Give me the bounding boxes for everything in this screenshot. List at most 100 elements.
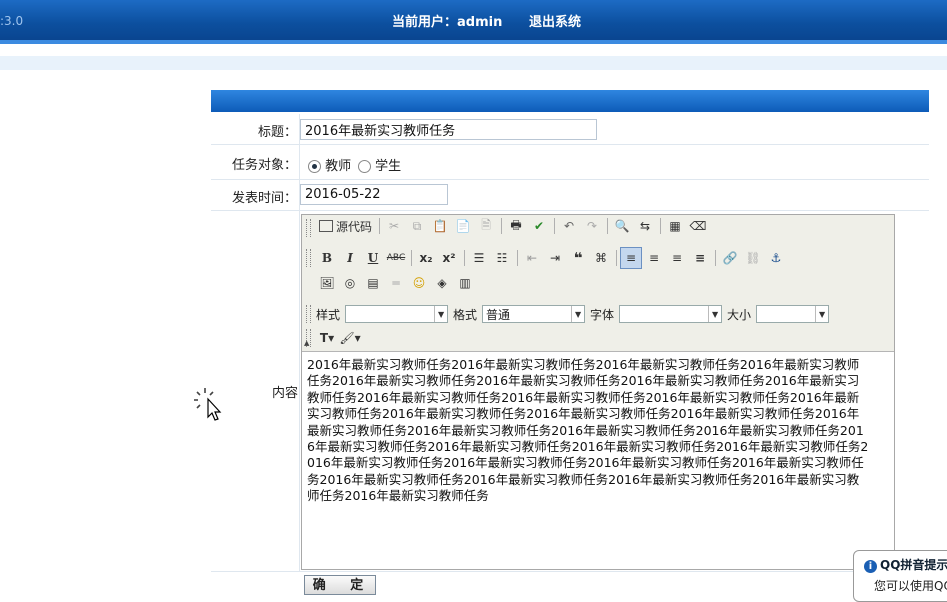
find-icon[interactable]: 🔍 (611, 215, 633, 237)
date-label: 发表时间： (231, 191, 297, 206)
spellcheck-icon[interactable]: ✔ (528, 215, 550, 237)
chevron-down-icon: ▼ (815, 306, 828, 322)
toolbar-grip (306, 249, 311, 267)
content-value-cell (299, 211, 300, 571)
paste-word-icon[interactable]: 🗎 (475, 215, 497, 237)
font-label: 字体 (590, 307, 615, 322)
toolbar-separator (554, 218, 556, 234)
source-code-button[interactable]: 源代码 (316, 215, 375, 237)
title-label: 标题： (257, 125, 297, 140)
date-row: 发表时间： (211, 180, 929, 211)
replace-icon[interactable]: ⇆ (634, 215, 656, 237)
outdent-icon[interactable]: ⇤ (521, 247, 543, 269)
toolbar-line-2: B I U ABC x₂ x² ☰ ☷ ⇤ ⇥ ❝ ⌘ ≡ ≡ ≡ ≡ 🔗 ⛓ … (316, 247, 788, 269)
size-select[interactable]: ▼ (756, 305, 830, 323)
source-code-label: 源代码 (336, 219, 373, 234)
undo-icon[interactable]: ↶ (558, 215, 580, 237)
strikethrough-icon[interactable]: ABC (385, 247, 407, 269)
sub-header-bar (0, 56, 947, 70)
paste-icon[interactable]: 📋 (429, 215, 451, 237)
title-input[interactable] (300, 119, 597, 140)
target-value-cell (299, 145, 300, 179)
blockquote-icon[interactable]: ❝ (567, 247, 589, 269)
redo-icon[interactable]: ↷ (581, 215, 603, 237)
underline-icon[interactable]: U (362, 247, 384, 269)
logout-link[interactable]: 退出系统 (529, 11, 581, 30)
chevron-down-icon: ▼ (708, 306, 721, 322)
background-color-icon[interactable]: 🖌▾ (339, 327, 361, 349)
info-icon: i (864, 560, 877, 573)
target-student-option[interactable]: 学生 (358, 155, 401, 174)
format-value: 普通 (486, 307, 511, 322)
toolbar-collapse-icon[interactable]: ▲ (304, 339, 309, 347)
select-all-icon[interactable]: ▦ (664, 215, 686, 237)
paste-text-icon[interactable]: 📄 (452, 215, 474, 237)
toolbar-separator (501, 218, 503, 234)
toolbar-separator (660, 218, 662, 234)
superscript-icon[interactable]: x² (438, 247, 460, 269)
page-break-icon[interactable]: ▥ (454, 272, 476, 294)
print-icon[interactable]: 🖶 (505, 215, 527, 237)
align-justify-icon[interactable]: ≡ (689, 247, 711, 269)
subscript-icon[interactable]: x₂ (415, 247, 437, 269)
date-input[interactable] (300, 184, 448, 205)
header-accent-strip (0, 40, 947, 44)
anchor-icon[interactable]: ⚓ (765, 247, 787, 269)
create-div-icon[interactable]: ⌘ (590, 247, 612, 269)
format-select[interactable]: 普通 ▼ (482, 305, 586, 323)
smiley-icon[interactable]: ☺ (408, 272, 430, 294)
image-icon[interactable]: 🖼 (316, 272, 338, 294)
top-header-bar: :3.0 当前用户：admin 退出系统 (0, 0, 947, 40)
toolbar-line-5: T▾ 🖌▾ (316, 327, 362, 349)
remove-format-icon[interactable]: ⌫ (687, 215, 709, 237)
toolbar-separator (616, 250, 617, 266)
teacher-radio-label: 教师 (325, 159, 352, 174)
table-icon[interactable]: ▤ (362, 272, 384, 294)
editor-content-area[interactable]: 2016年最新实习教师任务2016年最新实习教师任务2016年最新实习教师任务2… (307, 357, 869, 505)
toolbar-separator (517, 250, 518, 266)
link-icon[interactable]: 🔗 (719, 247, 741, 269)
toolbar-separator (464, 250, 465, 266)
align-center-icon[interactable]: ≡ (643, 247, 665, 269)
size-label: 大小 (727, 307, 752, 322)
text-color-icon[interactable]: T▾ (316, 327, 338, 349)
indent-icon[interactable]: ⇥ (544, 247, 566, 269)
toolbar-separator (379, 218, 381, 234)
font-select[interactable]: ▼ (619, 305, 723, 323)
target-label: 任务对象： (231, 158, 297, 173)
copy-icon[interactable]: ⧉ (406, 215, 428, 237)
target-row: 任务对象： 教师 学生 (211, 145, 929, 180)
italic-icon[interactable]: I (339, 247, 361, 269)
style-select[interactable]: ▼ (345, 305, 449, 323)
editor-toolbar: 源代码 ✂ ⧉ 📋 📄 🗎 🖶 ✔ ↶ ↷ 🔍 ⇆ ▦ ⌫ B I U ABC … (302, 215, 894, 352)
toolbar-line-1: 源代码 ✂ ⧉ 📋 📄 🗎 🖶 ✔ ↶ ↷ 🔍 ⇆ ▦ ⌫ (316, 215, 710, 237)
teacher-radio[interactable] (308, 160, 321, 173)
unlink-icon[interactable]: ⛓ (742, 247, 764, 269)
horizontal-rule-icon[interactable]: ═ (385, 272, 407, 294)
rich-text-editor: 源代码 ✂ ⧉ 📋 📄 🗎 🖶 ✔ ↶ ↷ 🔍 ⇆ ▦ ⌫ B I U ABC … (301, 214, 895, 570)
style-label: 样式 (316, 307, 341, 322)
submit-button[interactable]: 确 定 (304, 575, 376, 595)
toolbar-separator (411, 250, 412, 266)
format-label: 格式 (453, 307, 478, 322)
numbered-list-icon[interactable]: ☰ (468, 247, 490, 269)
toolbar-grip (306, 219, 311, 237)
content-label: 内容 (272, 386, 299, 401)
loading-cursor-icon (194, 388, 222, 421)
student-radio-label: 学生 (375, 159, 402, 174)
chevron-down-icon: ▼ (434, 306, 447, 322)
title-row: 标题： (211, 114, 929, 145)
align-right-icon[interactable]: ≡ (666, 247, 688, 269)
bold-icon[interactable]: B (316, 247, 338, 269)
target-teacher-option[interactable]: 教师 (308, 155, 351, 174)
qq-tip-header: i QQ拼音提示 (864, 556, 947, 573)
bullet-list-icon[interactable]: ☷ (491, 247, 513, 269)
student-radio[interactable] (358, 160, 371, 173)
form-panel-header (211, 90, 929, 112)
align-left-icon[interactable]: ≡ (620, 247, 642, 269)
cut-icon[interactable]: ✂ (383, 215, 405, 237)
flash-icon[interactable]: ◎ (339, 272, 361, 294)
chevron-down-icon: ▼ (571, 306, 584, 322)
special-char-icon[interactable]: ◈ (431, 272, 453, 294)
version-text: :3.0 (0, 14, 24, 28)
